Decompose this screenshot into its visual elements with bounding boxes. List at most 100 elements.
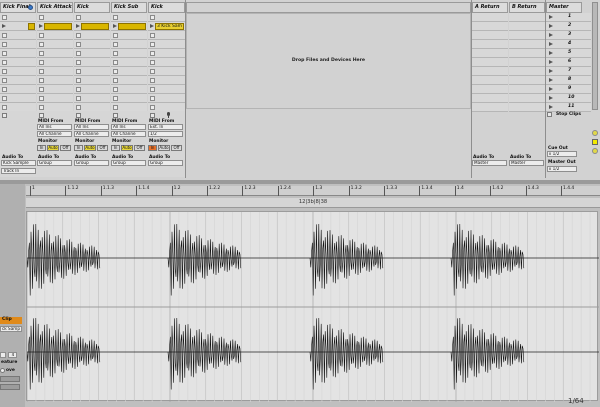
clip-slot[interactable] (74, 94, 110, 103)
stop-button-icon[interactable] (150, 42, 155, 47)
clip-slot[interactable] (37, 58, 73, 67)
clip-slot[interactable] (74, 85, 110, 94)
clip-slot[interactable] (37, 49, 73, 58)
clip-slot[interactable] (0, 94, 36, 103)
clip-panel-button[interactable] (0, 376, 20, 382)
clip-stop-icon[interactable] (76, 113, 81, 118)
loop-toggle-icon[interactable] (0, 368, 5, 373)
stop-button-icon[interactable] (113, 42, 118, 47)
stop-all-icon[interactable] (547, 112, 552, 117)
input-type-select[interactable]: Ext. In (148, 124, 183, 130)
clip-slot[interactable] (148, 13, 185, 22)
clip-stop-icon[interactable] (39, 113, 44, 118)
track-header-kick-attack[interactable]: Kick Attack (37, 2, 73, 13)
scene-launch[interactable]: 4 (546, 40, 591, 49)
stop-button-icon[interactable] (150, 60, 155, 65)
stop-button-icon[interactable] (150, 96, 155, 101)
stop-button-icon[interactable] (76, 51, 81, 56)
scene-play-icon[interactable] (549, 24, 553, 28)
clip-slot[interactable] (37, 13, 73, 22)
clip-slot[interactable] (111, 85, 147, 94)
clip-slot[interactable] (74, 58, 110, 67)
input-channel-select[interactable]: All Channe (111, 131, 146, 137)
stop-button-icon[interactable] (113, 87, 118, 92)
scene-play-icon[interactable] (549, 105, 553, 109)
stop-button-icon[interactable] (2, 78, 7, 83)
play-icon[interactable] (113, 24, 117, 28)
clip-stop-icon[interactable] (113, 113, 118, 118)
stop-button-icon[interactable] (39, 15, 44, 20)
play-icon[interactable] (2, 24, 6, 28)
audio-clip[interactable] (81, 23, 109, 30)
input-channel-select[interactable]: All Channe (74, 131, 109, 137)
clip-slot[interactable] (111, 58, 147, 67)
monitor-in-button[interactable]: In (111, 145, 120, 151)
scene-play-icon[interactable] (549, 51, 553, 55)
scene-launch[interactable]: 8 (546, 76, 591, 85)
clip-slot[interactable] (74, 13, 110, 22)
master-out-select[interactable]: ii 1/2 (547, 166, 577, 172)
audio-to-select[interactable]: Group (111, 160, 146, 166)
stop-button-icon[interactable] (2, 15, 7, 20)
loop-brace[interactable]: 12|3b|8|38 (26, 198, 600, 208)
input-type-select[interactable]: All Ins (74, 124, 109, 130)
stop-button-icon[interactable] (2, 33, 7, 38)
clip-stop-icon[interactable] (150, 113, 155, 118)
monitor-off-button[interactable]: Off (171, 145, 182, 151)
audio-to-select[interactable]: Group (74, 160, 109, 166)
stop-button-icon[interactable] (39, 33, 44, 38)
stop-button-icon[interactable] (76, 69, 81, 74)
stop-button-icon[interactable] (2, 51, 7, 56)
b-return-output-select[interactable]: Master (509, 160, 544, 166)
scene-play-icon[interactable] (549, 78, 553, 82)
play-icon[interactable] (150, 24, 154, 28)
clip-slot[interactable] (111, 94, 147, 103)
stop-button-icon[interactable] (76, 15, 81, 20)
clip-slot[interactable] (37, 85, 73, 94)
group-clip[interactable] (28, 23, 35, 30)
clip-slot[interactable] (37, 40, 73, 49)
monitor-auto-button[interactable]: Auto (121, 145, 133, 151)
clip-slot[interactable] (0, 76, 36, 85)
monitor-auto-button[interactable]: Auto (47, 145, 59, 151)
stop-button-icon[interactable] (150, 87, 155, 92)
stop-button-icon[interactable] (2, 60, 7, 65)
stop-button-icon[interactable] (113, 69, 118, 74)
microphone-icon[interactable] (166, 112, 171, 118)
stop-button-icon[interactable] (113, 51, 118, 56)
track-header-master[interactable]: Master (546, 2, 582, 13)
track-in-select[interactable]: Track In (1, 168, 36, 174)
stop-button-icon[interactable] (39, 69, 44, 74)
sends-toggle-icon[interactable] (592, 139, 598, 145)
audio-clip[interactable] (118, 23, 146, 30)
input-channel-select[interactable]: 1/2 (148, 131, 183, 137)
clip-slot[interactable] (111, 22, 147, 31)
clip-slot[interactable] (111, 13, 147, 22)
clip-slot[interactable] (74, 67, 110, 76)
input-type-select[interactable]: All Ins (37, 124, 72, 130)
stop-button-icon[interactable] (76, 78, 81, 83)
scene-play-icon[interactable] (549, 15, 553, 19)
clip-slot[interactable] (148, 58, 185, 67)
clip-slot[interactable] (74, 40, 110, 49)
clip-slot[interactable] (148, 67, 185, 76)
stop-button-icon[interactable] (76, 42, 81, 47)
stop-button-icon[interactable] (113, 60, 118, 65)
clip-name-field[interactable]: ck Samp (0, 326, 22, 332)
clip-slot[interactable] (148, 85, 185, 94)
stop-button-icon[interactable] (150, 51, 155, 56)
clip-slot[interactable] (37, 31, 73, 40)
stop-button-icon[interactable] (76, 87, 81, 92)
input-channel-select[interactable]: All Channe (37, 131, 72, 137)
clip-slot[interactable] (148, 40, 185, 49)
track-header-kick-midlow[interactable]: Kick Midlow (74, 2, 110, 19)
clip-slot[interactable] (0, 40, 36, 49)
stop-button-icon[interactable] (2, 42, 7, 47)
stop-button-icon[interactable] (39, 42, 44, 47)
group-fold-icon[interactable] (28, 5, 33, 10)
stop-button-icon[interactable] (113, 78, 118, 83)
clip-slot[interactable] (0, 58, 36, 67)
clip-slot[interactable] (0, 85, 36, 94)
stop-button-icon[interactable] (150, 33, 155, 38)
stop-button-icon[interactable] (39, 105, 44, 110)
